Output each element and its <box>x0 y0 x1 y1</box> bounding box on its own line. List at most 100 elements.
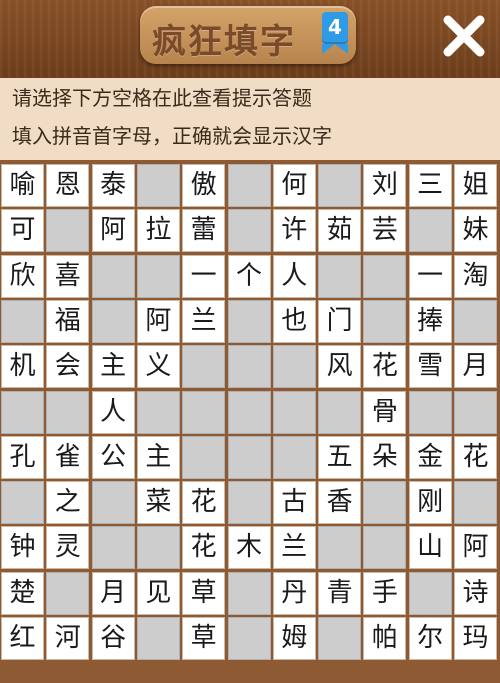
grid-cell[interactable]: 之 <box>46 481 90 525</box>
grid-cell[interactable]: 人 <box>272 254 316 298</box>
grid-cell[interactable]: 孔 <box>1 435 44 479</box>
grid-cell[interactable]: 手 <box>363 571 407 615</box>
grid-cell[interactable]: 喜 <box>46 254 90 298</box>
empty-grid-cell[interactable] <box>408 390 452 434</box>
grid-cell[interactable]: 刚 <box>408 481 452 525</box>
grid-cell[interactable]: 楚 <box>1 571 44 615</box>
grid-cell[interactable]: 机 <box>1 345 44 389</box>
empty-grid-cell[interactable] <box>182 390 226 434</box>
empty-grid-cell[interactable] <box>454 481 497 525</box>
grid-cell[interactable]: 玛 <box>454 617 497 660</box>
grid-cell[interactable]: 菜 <box>136 481 180 525</box>
empty-grid-cell[interactable] <box>454 390 497 434</box>
grid-cell[interactable]: 花 <box>182 526 226 570</box>
grid-cell[interactable]: 淘 <box>454 254 497 298</box>
grid-cell[interactable]: 草 <box>182 571 226 615</box>
empty-grid-cell[interactable] <box>227 435 271 479</box>
grid-cell[interactable]: 金 <box>408 435 452 479</box>
grid-cell[interactable]: 风 <box>318 345 362 389</box>
grid-cell[interactable]: 姐 <box>454 164 497 207</box>
grid-cell[interactable]: 喻 <box>1 164 44 207</box>
grid-cell[interactable]: 个 <box>227 254 271 298</box>
empty-grid-cell[interactable] <box>136 526 180 570</box>
grid-cell[interactable]: 诗 <box>454 571 497 615</box>
grid-cell[interactable]: 欣 <box>1 254 44 298</box>
empty-grid-cell[interactable] <box>136 390 180 434</box>
grid-cell[interactable]: 芸 <box>363 209 407 253</box>
grid-cell[interactable]: 兰 <box>182 299 226 343</box>
empty-grid-cell[interactable] <box>46 209 90 253</box>
grid-cell[interactable]: 何 <box>272 164 316 207</box>
empty-grid-cell[interactable] <box>363 481 407 525</box>
grid-cell[interactable]: 草 <box>182 617 226 660</box>
grid-cell[interactable]: 阿 <box>91 209 135 253</box>
grid-cell[interactable]: 也 <box>272 299 316 343</box>
empty-grid-cell[interactable] <box>91 526 135 570</box>
grid-cell[interactable]: 一 <box>182 254 226 298</box>
grid-cell[interactable]: 姆 <box>272 617 316 660</box>
empty-grid-cell[interactable] <box>227 345 271 389</box>
empty-grid-cell[interactable] <box>1 390 44 434</box>
empty-grid-cell[interactable] <box>91 254 135 298</box>
empty-grid-cell[interactable] <box>91 299 135 343</box>
grid-cell[interactable]: 月 <box>454 345 497 389</box>
grid-cell[interactable]: 古 <box>272 481 316 525</box>
empty-grid-cell[interactable] <box>136 617 180 660</box>
empty-grid-cell[interactable] <box>227 299 271 343</box>
empty-grid-cell[interactable] <box>318 617 362 660</box>
grid-cell[interactable]: 花 <box>363 345 407 389</box>
grid-cell[interactable]: 花 <box>454 435 497 479</box>
empty-grid-cell[interactable] <box>227 390 271 434</box>
grid-cell[interactable]: 雀 <box>46 435 90 479</box>
empty-grid-cell[interactable] <box>408 571 452 615</box>
grid-cell[interactable]: 门 <box>318 299 362 343</box>
grid-cell[interactable]: 丹 <box>272 571 316 615</box>
empty-grid-cell[interactable] <box>182 435 226 479</box>
empty-grid-cell[interactable] <box>46 571 90 615</box>
grid-cell[interactable]: 捧 <box>408 299 452 343</box>
grid-cell[interactable]: 兰 <box>272 526 316 570</box>
grid-cell[interactable]: 帕 <box>363 617 407 660</box>
empty-grid-cell[interactable] <box>1 481 44 525</box>
grid-cell[interactable]: 傲 <box>182 164 226 207</box>
empty-grid-cell[interactable] <box>1 299 44 343</box>
grid-cell[interactable]: 恩 <box>46 164 90 207</box>
grid-cell[interactable]: 阿 <box>454 526 497 570</box>
empty-grid-cell[interactable] <box>272 345 316 389</box>
grid-cell[interactable]: 茹 <box>318 209 362 253</box>
grid-cell[interactable]: 香 <box>318 481 362 525</box>
grid-cell[interactable]: 拉 <box>136 209 180 253</box>
empty-grid-cell[interactable] <box>272 390 316 434</box>
grid-cell[interactable]: 会 <box>46 345 90 389</box>
grid-cell[interactable]: 妹 <box>454 209 497 253</box>
empty-grid-cell[interactable] <box>227 571 271 615</box>
close-button[interactable] <box>438 10 490 62</box>
empty-grid-cell[interactable] <box>91 481 135 525</box>
grid-cell[interactable]: 蕾 <box>182 209 226 253</box>
grid-cell[interactable]: 雪 <box>408 345 452 389</box>
empty-grid-cell[interactable] <box>227 617 271 660</box>
grid-cell[interactable]: 月 <box>91 571 135 615</box>
grid-cell[interactable]: 花 <box>182 481 226 525</box>
grid-cell[interactable]: 青 <box>318 571 362 615</box>
empty-grid-cell[interactable] <box>363 526 407 570</box>
grid-cell[interactable]: 见 <box>136 571 180 615</box>
grid-cell[interactable]: 灵 <box>46 526 90 570</box>
empty-grid-cell[interactable] <box>408 209 452 253</box>
grid-cell[interactable]: 义 <box>136 345 180 389</box>
empty-grid-cell[interactable] <box>227 209 271 253</box>
grid-cell[interactable]: 刘 <box>363 164 407 207</box>
empty-grid-cell[interactable] <box>136 164 180 207</box>
empty-grid-cell[interactable] <box>272 435 316 479</box>
empty-grid-cell[interactable] <box>227 481 271 525</box>
empty-grid-cell[interactable] <box>363 254 407 298</box>
grid-cell[interactable]: 许 <box>272 209 316 253</box>
grid-cell[interactable]: 骨 <box>363 390 407 434</box>
empty-grid-cell[interactable] <box>318 164 362 207</box>
empty-grid-cell[interactable] <box>136 254 180 298</box>
grid-cell[interactable]: 阿 <box>136 299 180 343</box>
empty-grid-cell[interactable] <box>454 299 497 343</box>
grid-cell[interactable]: 谷 <box>91 617 135 660</box>
grid-cell[interactable]: 一 <box>408 254 452 298</box>
grid-cell[interactable]: 尔 <box>408 617 452 660</box>
